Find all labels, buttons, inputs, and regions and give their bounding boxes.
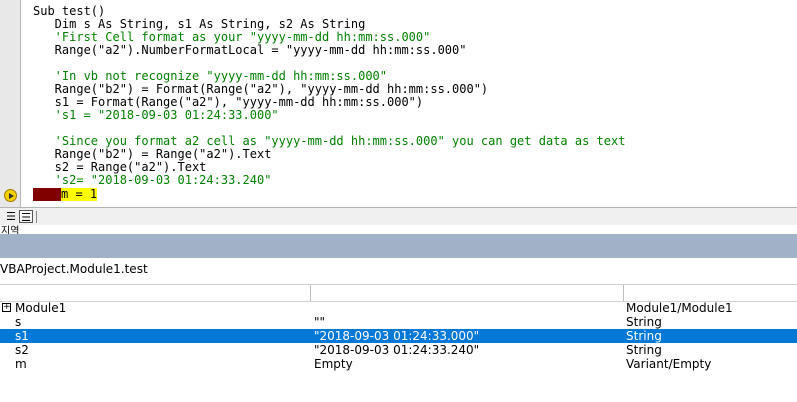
column-divider[interactable] [310, 285, 311, 301]
column-header-value[interactable] [312, 285, 622, 301]
locals-expression: m [15, 357, 27, 371]
locals-type: Module1/Module1 [626, 301, 733, 315]
locals-value: Empty [314, 357, 353, 371]
view-separator [36, 211, 37, 223]
locals-context-label: VBAProject.Module1.test [0, 262, 148, 276]
locals-type: Variant/Empty [626, 357, 712, 371]
locals-expression: s1 [15, 329, 29, 343]
column-header-type[interactable] [625, 285, 795, 301]
locals-expression: s [15, 315, 22, 329]
column-header-expression[interactable] [2, 285, 302, 301]
locals-row[interactable]: m Empty Variant/Empty [0, 357, 797, 371]
locals-row[interactable]: s1 "2018-09-03 01:24:33.000" String [0, 329, 797, 343]
locals-row[interactable]: + Module1 Module1/Module1 [0, 301, 797, 315]
locals-value: "2018-09-03 01:24:33.000" [314, 329, 480, 343]
locals-row[interactable]: s2 "2018-09-03 01:24:33.240" String [0, 343, 797, 357]
code-window[interactable]: Sub test() Dim s As String, s1 As String… [0, 0, 797, 207]
view-toggle-bar: ☰ ☰ [0, 207, 797, 226]
locals-type: String [626, 329, 662, 343]
locals-value: "2018-09-03 01:24:33.240" [314, 343, 480, 357]
code-line[interactable]: Range("a2").NumberFormatLocal = "yyyy-mm… [33, 44, 467, 57]
code-editor[interactable]: Sub test() Dim s As String, s1 As String… [0, 0, 797, 207]
locals-row[interactable]: s "" String [0, 315, 797, 329]
locals-type: String [626, 315, 662, 329]
locals-expression: Module1 [15, 301, 67, 315]
column-divider[interactable] [623, 285, 624, 301]
locals-type: String [626, 343, 662, 357]
current-line-marker [33, 188, 61, 201]
execution-point-arrow-icon [4, 189, 17, 202]
expand-plus-icon[interactable]: + [2, 303, 11, 312]
full-module-view-icon[interactable]: ☰ [19, 210, 33, 224]
current-statement[interactable]: m = 1 [61, 188, 98, 201]
locals-value: "" [314, 315, 326, 329]
procedure-view-icon[interactable]: ☰ [4, 210, 18, 223]
locals-titlebar[interactable] [0, 234, 797, 258]
locals-header-row [0, 284, 797, 302]
code-comment-line[interactable]: 's1 = "2018-09-03 01:24:33.000" [33, 109, 279, 122]
locals-expression: s2 [15, 343, 29, 357]
code-comment-line[interactable]: 's2= "2018-09-03 01:24:33.240" [33, 174, 272, 187]
